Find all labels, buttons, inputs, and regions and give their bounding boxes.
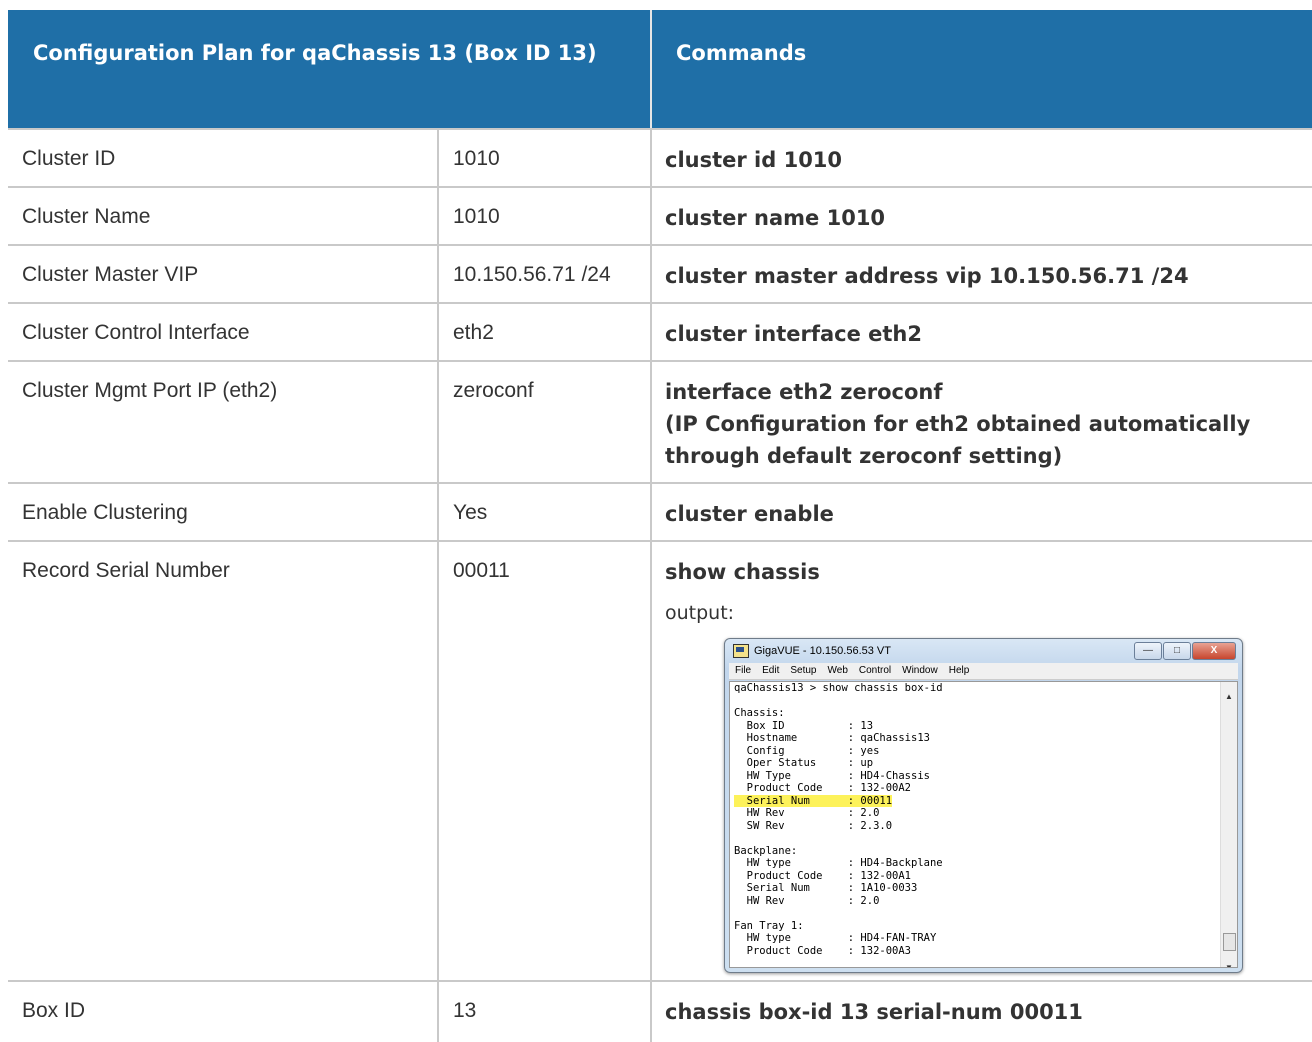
menu-window: Window — [902, 665, 938, 676]
row-command-cell: cluster id 1010 — [650, 130, 1312, 186]
row-label: Cluster ID — [22, 147, 116, 170]
menu-file: File — [735, 665, 752, 676]
table-row: Cluster Master VIP 10.150.56.71 /24 clus… — [8, 244, 1312, 302]
row-command-cell: cluster master address vip 10.150.56.71 … — [650, 246, 1312, 302]
scroll-down-icon: ▼ — [1225, 963, 1233, 968]
close-icon: X — [1192, 642, 1236, 660]
table-row: Cluster ID 1010 cluster id 1010 — [8, 128, 1312, 186]
terminal-text-serial: Serial Num : 00011 — [730, 794, 1237, 808]
table-row: Enable Clustering Yes cluster enable — [8, 482, 1312, 540]
row-command-cell: cluster interface eth2 — [650, 304, 1312, 360]
menu-setup: Setup — [790, 665, 817, 676]
row-value: eth2 — [437, 304, 650, 360]
header-commands: Commands — [650, 10, 1312, 128]
row-value: 13 — [437, 982, 650, 1042]
terminal-app-icon — [733, 644, 749, 658]
config-table: Configuration Plan for qaChassis 13 (Box… — [8, 10, 1312, 1042]
row-value: zeroconf — [437, 362, 650, 482]
table-row: Cluster Name 1010 cluster name 1010 — [8, 186, 1312, 244]
row-command: cluster interface eth2 — [665, 322, 922, 346]
menu-help: Help — [948, 665, 970, 676]
terminal-title: GigaVUE - 10.150.56.53 VT — [754, 645, 891, 657]
scroll-thumb — [1223, 933, 1236, 951]
row-command-cell: cluster name 1010 — [650, 188, 1312, 244]
row-label: Enable Clustering — [22, 501, 188, 524]
table-row: Record Serial Number 00011 show chassis … — [8, 540, 1312, 980]
table-row: Cluster Mgmt Port IP (eth2) zeroconf int… — [8, 360, 1312, 482]
row-command: cluster id 1010 — [665, 148, 843, 172]
row-command: chassis box-id 13 serial-num 00011 — [665, 1000, 1083, 1024]
table-row: Cluster Control Interface eth2 cluster i… — [8, 302, 1312, 360]
terminal-output: qaChassis13 > show chassis box-id Chassi… — [729, 681, 1238, 968]
serial-number-highlight: Serial Num : 00011 — [734, 794, 893, 807]
terminal-text-after: HW Rev : 2.0 SW Rev : 2.3.0 Backplane: H… — [734, 807, 943, 957]
row-label: Cluster Master VIP — [22, 263, 199, 286]
table-header: Configuration Plan for qaChassis 13 (Box… — [8, 10, 1312, 128]
maximize-icon: □ — [1163, 642, 1191, 660]
header-config-plan: Configuration Plan for qaChassis 13 (Box… — [33, 41, 597, 65]
output-label: output: — [665, 602, 735, 624]
row-command-cell: chassis box-id 13 serial-num 00011 — [650, 982, 1312, 1042]
row-command-cell: interface eth2 zeroconf (IP Configuratio… — [650, 362, 1312, 482]
row-value: 1010 — [437, 188, 650, 244]
row-command-note: (IP Configuration for eth2 obtained auto… — [665, 412, 1251, 468]
terminal-text-before: qaChassis13 > show chassis box-id Chassi… — [734, 682, 943, 794]
menu-control: Control — [858, 665, 892, 676]
menu-edit: Edit — [762, 665, 780, 676]
row-command: cluster name 1010 — [665, 206, 886, 230]
minimize-icon: — — [1134, 642, 1162, 660]
row-command-cell: cluster enable — [650, 484, 1312, 540]
terminal-scrollbar: ▲ ▼ — [1220, 682, 1237, 967]
row-value: 10.150.56.71 /24 — [437, 246, 650, 302]
terminal-window-screenshot: GigaVUE - 10.150.56.53 VT — □ X File Edi… — [724, 638, 1243, 973]
scroll-up-icon: ▲ — [1225, 692, 1233, 701]
row-command: show chassis — [665, 560, 820, 584]
row-value: 1010 — [437, 130, 650, 186]
row-label: Cluster Control Interface — [22, 321, 250, 344]
row-label: Record Serial Number — [22, 559, 230, 582]
row-command: cluster enable — [665, 502, 834, 526]
row-label: Box ID — [22, 999, 86, 1022]
table-row: Box ID 13 chassis box-id 13 serial-num 0… — [8, 980, 1312, 1042]
row-command: cluster master address vip 10.150.56.71 … — [665, 264, 1189, 288]
row-label: Cluster Name — [22, 205, 151, 228]
row-command-cell: show chassis output: GigaVUE - 10.150.56… — [650, 542, 1312, 980]
row-label: Cluster Mgmt Port IP (eth2) — [22, 379, 278, 402]
row-value: 00011 — [437, 542, 650, 980]
window-controls: — □ X — [1133, 642, 1236, 660]
row-command: interface eth2 zeroconf — [665, 380, 943, 404]
row-value: Yes — [437, 484, 650, 540]
menu-web: Web — [827, 665, 848, 676]
terminal-menubar: File Edit Setup Web Control Window Help — [729, 663, 1238, 680]
